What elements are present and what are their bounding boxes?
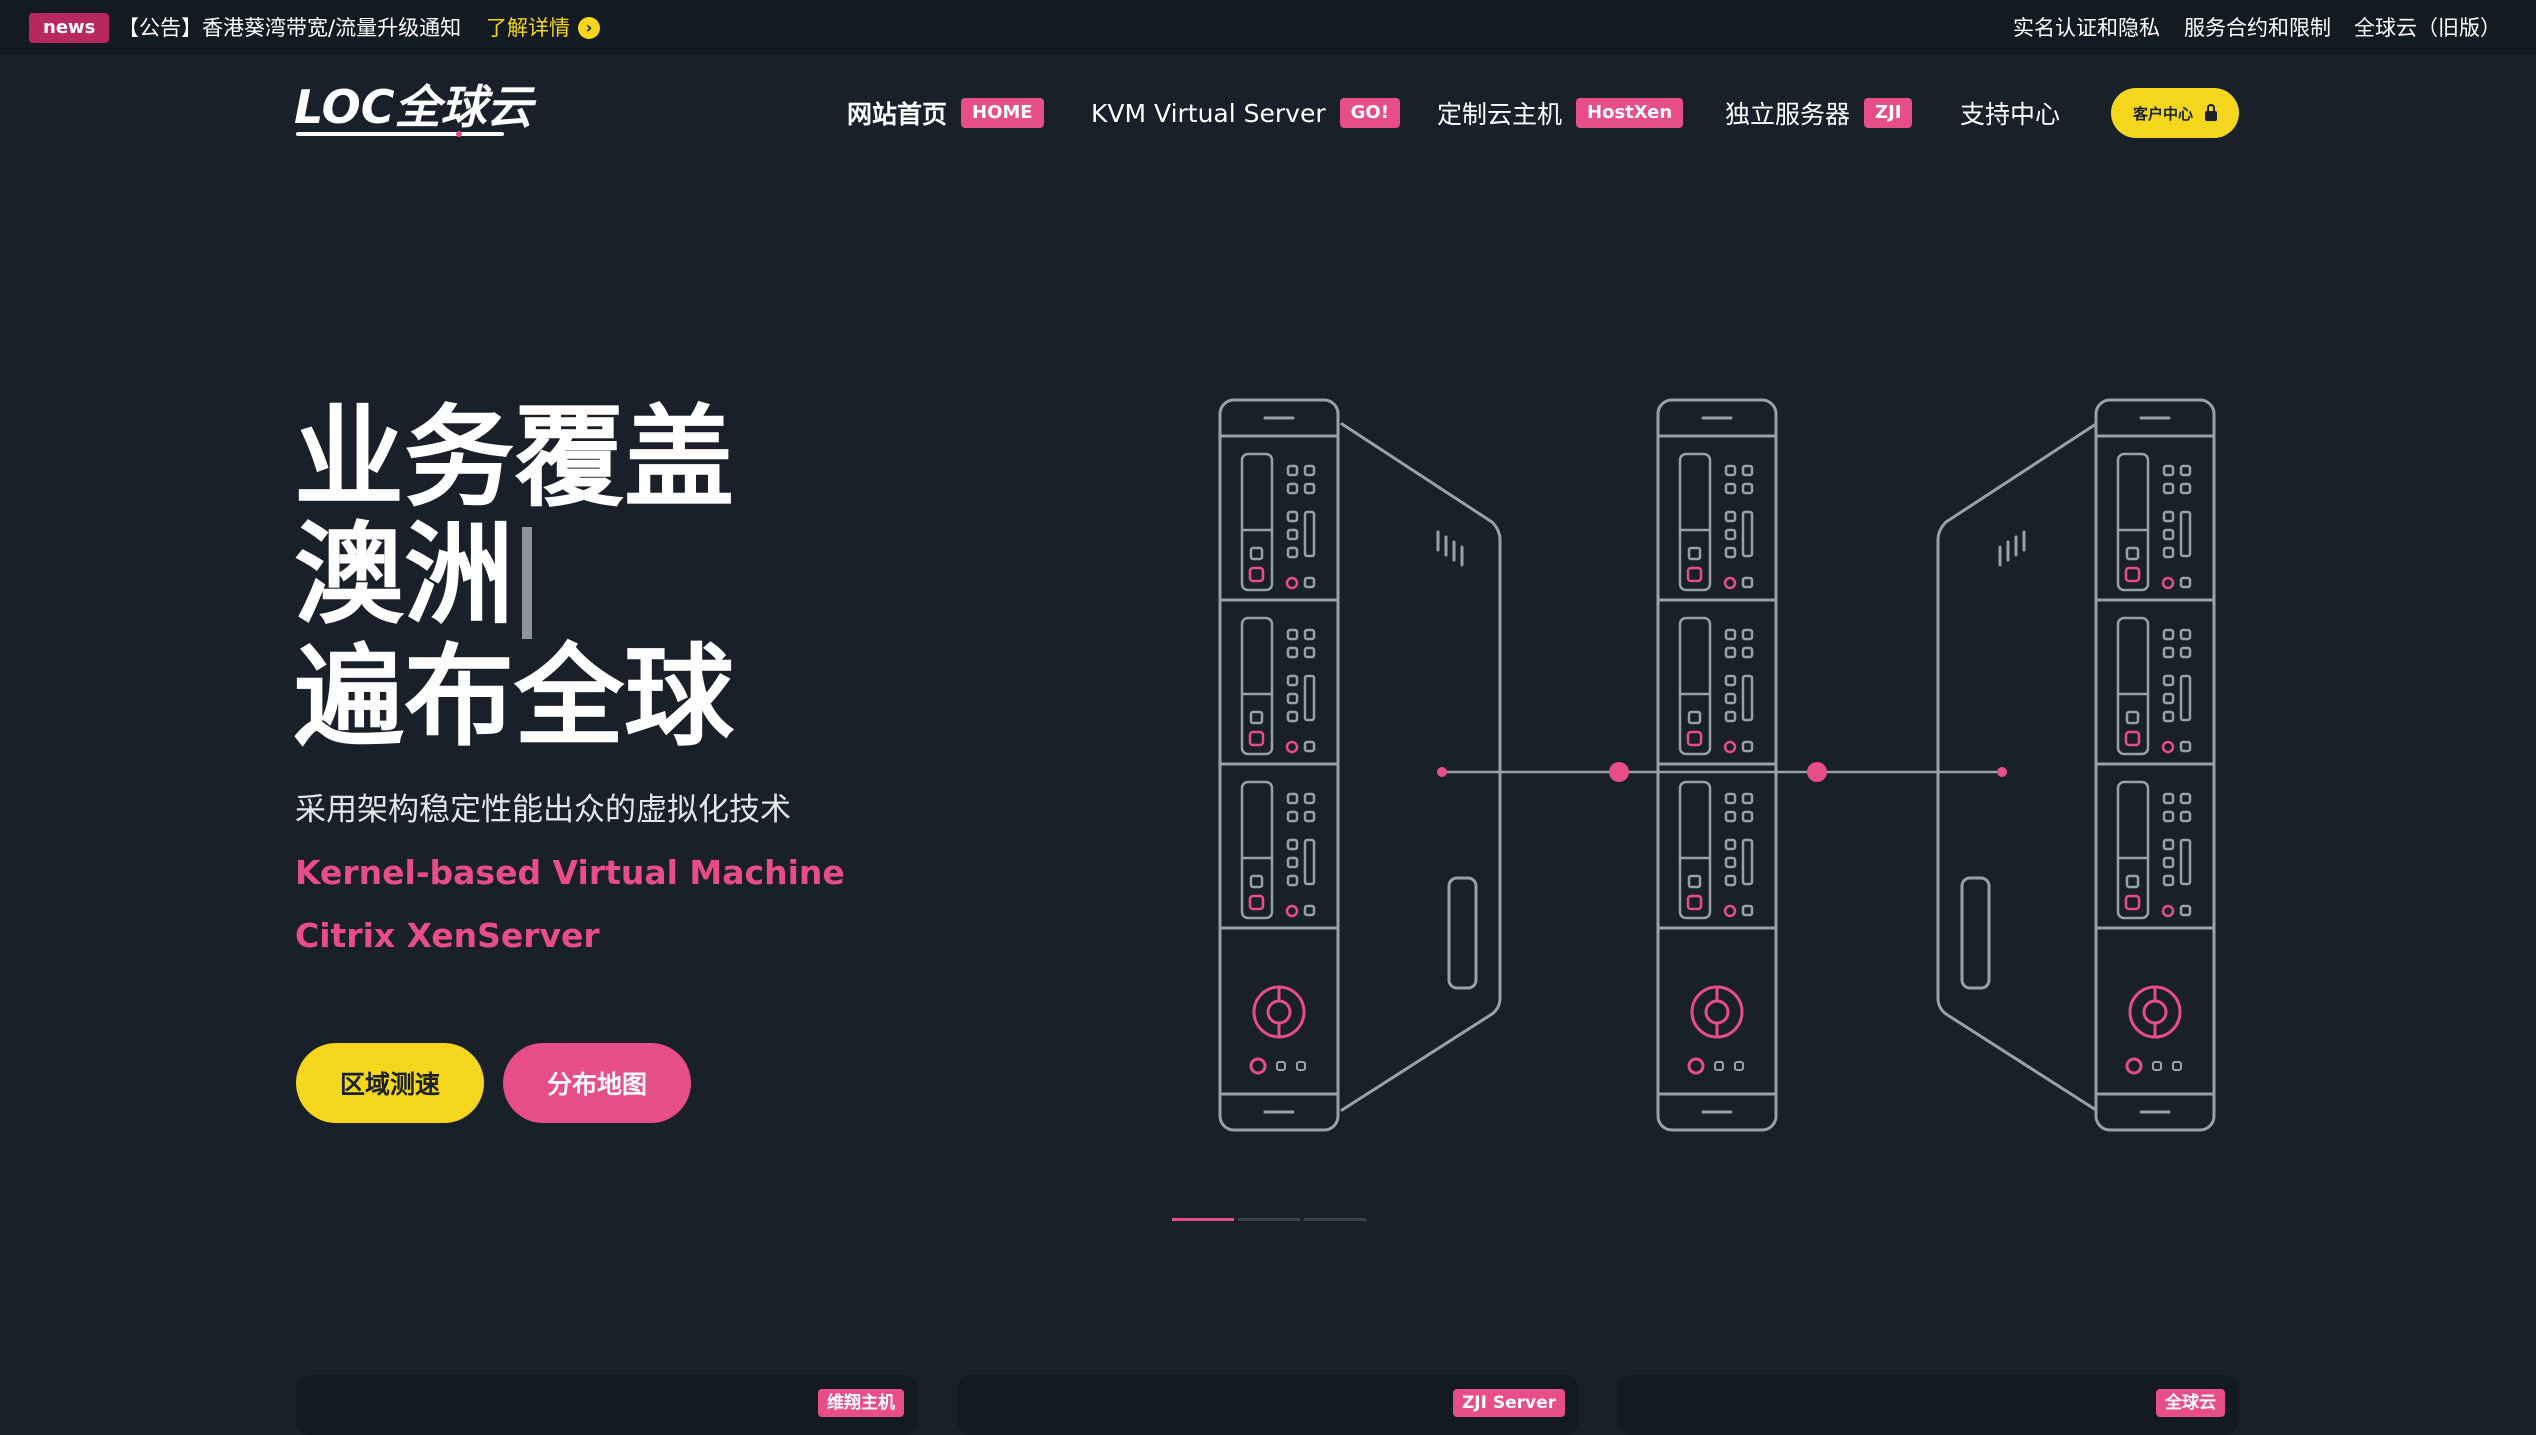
card-tag: ZJI Server [1452, 1389, 1565, 1417]
nav-item-home[interactable]: 网站首页 HOME [847, 93, 1044, 133]
slider-dot-2[interactable] [1238, 1218, 1300, 1221]
site-logo[interactable]: LOC全球云 [294, 80, 533, 140]
announcement-details-link[interactable]: 了解详情 [486, 13, 570, 43]
distribution-map-button[interactable]: 分布地图 [503, 1043, 691, 1123]
hero-title-line2-wrap: 澳洲 [294, 517, 734, 639]
nav-tag: HOME [961, 98, 1044, 128]
logo-dot [456, 131, 462, 137]
toplink-service-terms[interactable]: 服务合约和限制 [2184, 13, 2331, 43]
arrow-right-circle-icon[interactable]: › [578, 17, 600, 39]
hero-title: 业务覆盖 澳洲 遍布全球 [294, 400, 734, 756]
toplink-realname-privacy[interactable]: 实名认证和隐私 [2013, 13, 2160, 43]
slider-dot-1[interactable] [1172, 1218, 1234, 1221]
nav-item-support[interactable]: 支持中心 [1960, 93, 2060, 133]
client-center-label: 客户中心 [2132, 104, 2193, 123]
nav-label: 独立服务器 [1725, 100, 1851, 129]
hero-title-line2: 澳洲 [294, 511, 514, 639]
nav-label: 定制云主机 [1437, 100, 1563, 129]
hero-subtitle: 采用架构稳定性能出众的虚拟化技术 [295, 792, 791, 828]
nav-item-custom-cloud[interactable]: 定制云主机 HostXen [1437, 93, 1684, 133]
nav-tag: ZJI [1864, 98, 1913, 128]
lock-icon [2205, 103, 2217, 121]
nav-item-dedicated-server[interactable]: 独立服务器 ZJI [1725, 93, 1913, 133]
hero-title-line3: 遍布全球 [294, 632, 734, 761]
top-bar: news 【公告】香港葵湾带宽/流量升级通知 了解详情 › 实名认证和隐私 服务… [0, 0, 2536, 55]
client-center-button[interactable]: 客户中心 [2111, 88, 2239, 138]
server-rack-right [2094, 398, 2216, 1132]
logo-underline [296, 132, 504, 136]
hero-tech-xen: Citrix XenServer [295, 916, 600, 955]
product-card-global-cloud[interactable]: 全球云 [1617, 1375, 2239, 1435]
nav-tag: GO! [1339, 98, 1400, 128]
left-rack-door [1340, 422, 1502, 1112]
nav-label: 支持中心 [1960, 100, 2061, 129]
product-card-zji[interactable]: ZJI Server [957, 1375, 1579, 1435]
toplink-legacy-site[interactable]: 全球云（旧版） [2354, 13, 2501, 43]
hero-title-line1: 业务覆盖 [294, 394, 734, 522]
right-rack-door [1936, 422, 2098, 1112]
nav-label: KVM Virtual Server [1091, 98, 1326, 128]
server-rack-illustration [1218, 398, 2216, 1132]
nav-item-kvm[interactable]: KVM Virtual Server GO! [1091, 93, 1400, 133]
server-rack-left [1218, 398, 1340, 1132]
server-rack-middle [1656, 398, 1778, 1132]
product-card-weixiang[interactable]: 维翔主机 [296, 1375, 918, 1435]
announcement-text[interactable]: 【公告】香港葵湾带宽/流量升级通知 [118, 13, 461, 43]
slider-dot-3[interactable] [1304, 1218, 1366, 1221]
logo-text: LOC全球云 [294, 80, 533, 134]
speed-test-button[interactable]: 区域测速 [296, 1043, 484, 1123]
card-tag: 维翔主机 [818, 1389, 904, 1417]
nav-tag: HostXen [1576, 98, 1684, 128]
typing-cursor [522, 526, 532, 639]
nav-label: 网站首页 [847, 100, 948, 129]
card-tag: 全球云 [2156, 1389, 2225, 1417]
news-badge: news [29, 13, 110, 43]
hero-tech-kvm: Kernel-based Virtual Machine [295, 853, 845, 892]
